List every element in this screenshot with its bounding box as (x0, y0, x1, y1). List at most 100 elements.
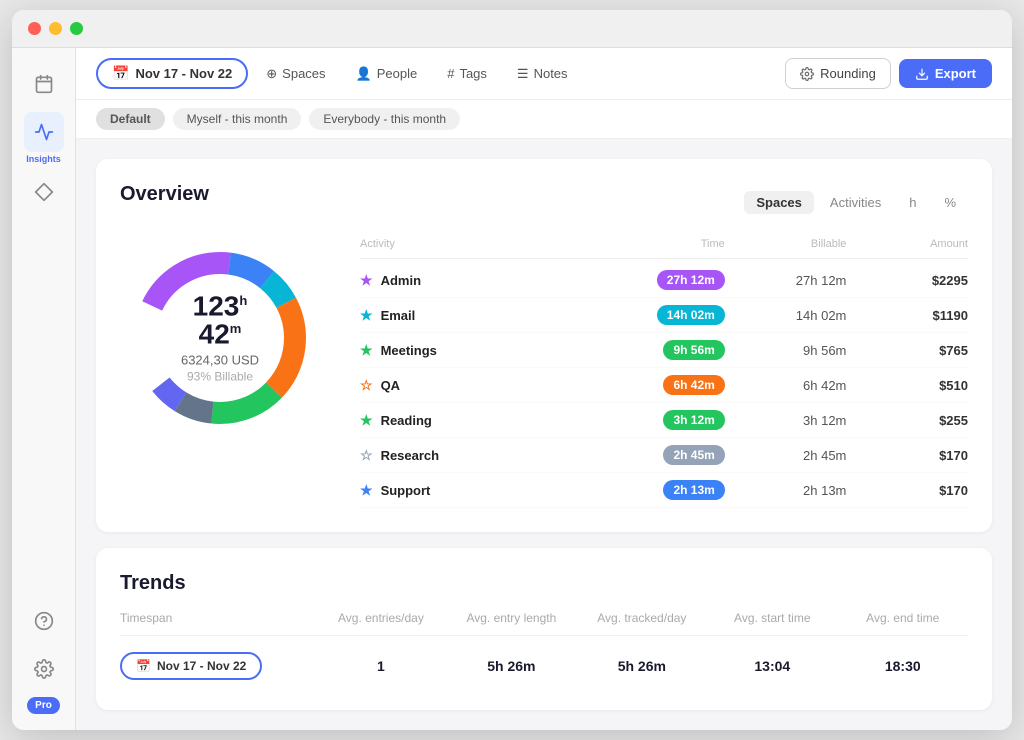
col-billable: Billable (725, 238, 847, 250)
rounding-icon (800, 67, 814, 81)
top-bar-right: Rounding Export (785, 58, 992, 89)
activity-label-admin: Admin (381, 273, 421, 288)
tags-filter-button[interactable]: # Tags (435, 61, 499, 86)
app-window: Insights Pro (12, 10, 1012, 730)
amount-cell-meetings: $765 (846, 343, 968, 358)
sidebar-item-insights[interactable]: Insights (24, 112, 64, 164)
billable-cell-research: 2h 45m (725, 448, 847, 463)
toggle-hours[interactable]: h (897, 191, 928, 214)
trends-end-value: 18:30 (838, 658, 968, 674)
trends-body: Timespan Avg. entries/day Avg. entry len… (120, 611, 968, 686)
notes-icon: ☰ (517, 66, 529, 82)
title-bar (12, 10, 1012, 48)
table-row: ★ Email 14h 02m 14h 02m $1190 (360, 298, 968, 333)
people-filter-button[interactable]: 👤 People (344, 61, 430, 87)
time-cell-meetings: 9h 56m (603, 340, 725, 360)
sidebar-insights-label: Insights (26, 154, 61, 164)
toggle-percent[interactable]: % (932, 191, 968, 214)
time-badge-meetings: 9h 56m (663, 340, 724, 360)
star-icon-qa: ☆ (360, 377, 373, 394)
trends-col-end: Avg. end time (838, 611, 968, 625)
star-icon-email: ★ (360, 307, 373, 324)
close-button[interactable] (28, 22, 41, 35)
amount-cell-research: $170 (846, 448, 968, 463)
activity-label-reading: Reading (381, 413, 432, 428)
amount-cell-admin: $2295 (846, 273, 968, 288)
col-activity: Activity (360, 238, 603, 250)
activity-name-email: ★ Email (360, 307, 603, 324)
trends-entries-value: 1 (316, 658, 446, 674)
donut-usd: 6324,30 USD (170, 353, 270, 368)
filter-everybody[interactable]: Everybody - this month (309, 108, 460, 130)
spaces-filter-button[interactable]: ⊕ Spaces (254, 61, 337, 87)
content-area: 📅 Nov 17 - Nov 22 ⊕ Spaces 👤 People # Ta… (76, 48, 1012, 730)
filter-myself[interactable]: Myself - this month (173, 108, 302, 130)
time-cell-support: 2h 13m (603, 480, 725, 500)
donut-billable: 93% Billable (170, 370, 270, 384)
trends-date-button[interactable]: 📅 Nov 17 - Nov 22 (120, 652, 262, 680)
calendar-icon: 📅 (112, 65, 129, 82)
activity-name-reading: ★ Reading (360, 412, 603, 429)
billable-cell-admin: 27h 12m (725, 273, 847, 288)
activity-label-support: Support (381, 483, 431, 498)
notes-filter-button[interactable]: ☰ Notes (505, 61, 580, 87)
time-badge-qa: 6h 42m (663, 375, 724, 395)
billable-cell-meetings: 9h 56m (725, 343, 847, 358)
donut-minutes: 42 (199, 319, 230, 350)
sidebar-item-help[interactable] (24, 601, 64, 641)
activity-name-admin: ★ Admin (360, 272, 603, 289)
star-icon-admin: ★ (360, 272, 373, 289)
billable-cell-email: 14h 02m (725, 308, 847, 323)
maximize-button[interactable] (70, 22, 83, 35)
activity-table: Activity Time Billable Amount ★ Admin (360, 238, 968, 508)
overview-title: Overview (120, 183, 209, 206)
donut-hours-suffix: h (239, 293, 247, 308)
star-icon-support: ★ (360, 482, 373, 499)
notes-filter-label: Notes (534, 66, 568, 81)
time-cell-admin: 27h 12m (603, 270, 725, 290)
export-icon (915, 67, 929, 81)
col-amount: Amount (846, 238, 968, 250)
activity-label-meetings: Meetings (381, 343, 437, 358)
activity-label-qa: QA (381, 378, 401, 393)
rounding-button[interactable]: Rounding (785, 58, 891, 89)
trends-col-tracked: Avg. tracked/day (577, 611, 707, 625)
billable-cell-support: 2h 13m (725, 483, 847, 498)
pro-badge[interactable]: Pro (27, 697, 60, 714)
people-filter-label: People (377, 66, 417, 81)
billable-cell-qa: 6h 42m (725, 378, 847, 393)
content-scroll: Overview Spaces Activities h % (76, 139, 1012, 730)
trends-col-timespan: Timespan (120, 611, 316, 625)
table-row: ★ Admin 27h 12m 27h 12m $2295 (360, 263, 968, 298)
minimize-button[interactable] (49, 22, 62, 35)
activity-name-support: ★ Support (360, 482, 603, 499)
amount-cell-support: $170 (846, 483, 968, 498)
table-header: Activity Time Billable Amount (360, 238, 968, 259)
sidebar-item-settings[interactable] (24, 649, 64, 689)
trends-tracked-value: 5h 26m (577, 658, 707, 674)
people-icon: 👤 (356, 66, 372, 82)
activity-name-qa: ☆ QA (360, 377, 603, 394)
table-row: ☆ QA 6h 42m 6h 42m $510 (360, 368, 968, 403)
toggle-activities[interactable]: Activities (818, 191, 893, 214)
table-row: ★ Meetings 9h 56m 9h 56m $765 (360, 333, 968, 368)
billable-cell-reading: 3h 12m (725, 413, 847, 428)
time-cell-email: 14h 02m (603, 305, 725, 325)
filter-default[interactable]: Default (96, 108, 165, 130)
donut-center-text: 123h 42m 6324,30 USD 93% Billable (170, 293, 270, 384)
activity-name-research: ☆ Research (360, 447, 603, 464)
toggle-spaces[interactable]: Spaces (744, 191, 814, 214)
time-badge-admin: 27h 12m (657, 270, 725, 290)
time-cell-reading: 3h 12m (603, 410, 725, 430)
star-icon-research: ☆ (360, 447, 373, 464)
time-badge-email: 14h 02m (657, 305, 725, 325)
export-button[interactable]: Export (899, 59, 992, 88)
date-range-filter[interactable]: 📅 Nov 17 - Nov 22 (96, 58, 248, 89)
sidebar-item-calendar[interactable] (24, 64, 64, 104)
trends-table-header: Timespan Avg. entries/day Avg. entry len… (120, 611, 968, 636)
top-bar: 📅 Nov 17 - Nov 22 ⊕ Spaces 👤 People # Ta… (76, 48, 1012, 100)
activity-label-email: Email (381, 308, 416, 323)
sidebar-item-diamond[interactable] (24, 172, 64, 212)
trends-date-label: Nov 17 - Nov 22 (157, 659, 246, 673)
amount-cell-reading: $255 (846, 413, 968, 428)
